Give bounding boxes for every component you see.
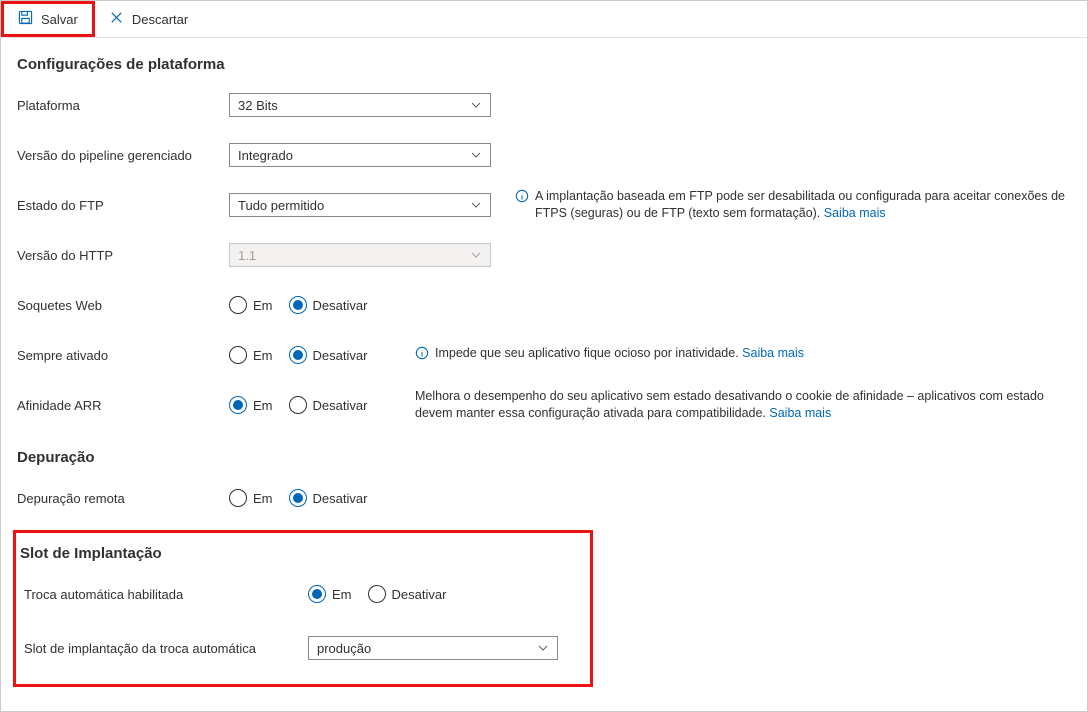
radio-label: Em [253, 491, 273, 506]
radio-label: Em [253, 348, 273, 363]
radio-remote-debug-on[interactable]: Em [229, 489, 273, 507]
label-platform: Plataforma [17, 98, 229, 113]
label-auto-swap-slot: Slot de implantação da troca automática [16, 641, 308, 656]
help-arr: Melhora o desempenho do seu aplicativo s… [399, 388, 1071, 422]
select-pipeline[interactable]: Integrado [229, 143, 491, 167]
discard-label: Descartar [132, 12, 188, 27]
select-auto-swap-slot[interactable]: produção [308, 636, 558, 660]
chevron-down-icon [470, 99, 482, 111]
select-http[interactable]: 1.1 [229, 243, 491, 267]
radio-always-on-on[interactable]: Em [229, 346, 273, 364]
radio-group-always-on: Em Desativar [229, 346, 377, 364]
radio-label: Desativar [313, 348, 368, 363]
chevron-down-icon [537, 642, 549, 654]
radio-group-auto-swap: Em Desativar [308, 585, 456, 603]
link-learn-more-arr[interactable]: Saiba mais [769, 406, 831, 420]
row-http: Versão do HTTP 1.1 [17, 237, 1071, 273]
row-platform: Plataforma 32 Bits [17, 87, 1071, 123]
row-websockets: Soquetes Web Em Desativar [17, 287, 1071, 323]
select-http-value: 1.1 [238, 248, 256, 263]
row-arr: Afinidade ARR Em Desativar Melhora o des… [17, 387, 1071, 423]
row-always-on: Sempre ativado Em Desativar Impede [17, 337, 1071, 373]
help-ftp: A implantação baseada em FTP pode ser de… [499, 188, 1071, 222]
row-auto-swap-slot: Slot de implantação da troca automática … [16, 630, 576, 666]
help-always-on-text: Impede que seu aplicativo fique ocioso p… [435, 346, 742, 360]
select-ftp-value: Tudo permitido [238, 198, 324, 213]
label-pipeline: Versão do pipeline gerenciado [17, 148, 229, 163]
select-ftp[interactable]: Tudo permitido [229, 193, 491, 217]
radio-remote-debug-off[interactable]: Desativar [289, 489, 368, 507]
chevron-down-icon [470, 149, 482, 161]
label-arr: Afinidade ARR [17, 398, 229, 413]
label-always-on: Sempre ativado [17, 348, 229, 363]
row-remote-debug: Depuração remota Em Desativar [17, 480, 1071, 516]
radio-group-remote-debug: Em Desativar [229, 489, 377, 507]
radio-websockets-off[interactable]: Desativar [289, 296, 368, 314]
help-always-on: Impede que seu aplicativo fique ocioso p… [399, 345, 1071, 365]
select-auto-swap-slot-value: produção [317, 641, 371, 656]
label-websockets: Soquetes Web [17, 298, 229, 313]
label-remote-debug: Depuração remota [17, 491, 229, 506]
radio-auto-swap-on[interactable]: Em [308, 585, 352, 603]
discard-button[interactable]: Descartar [95, 1, 202, 37]
section-platform-title: Configurações de plataforma [17, 56, 1071, 73]
link-learn-more-ftp[interactable]: Saiba mais [824, 206, 886, 220]
save-icon [18, 10, 33, 28]
radio-label: Em [332, 587, 352, 602]
chevron-down-icon [470, 199, 482, 211]
radio-label: Em [253, 398, 273, 413]
select-pipeline-value: Integrado [238, 148, 293, 163]
radio-label: Desativar [313, 491, 368, 506]
radio-group-websockets: Em Desativar [229, 296, 377, 314]
label-auto-swap: Troca automática habilitada [16, 587, 308, 602]
label-http: Versão do HTTP [17, 248, 229, 263]
section-slot-title: Slot de Implantação [16, 545, 576, 562]
row-auto-swap: Troca automática habilitada Em Desativar [16, 576, 576, 612]
row-pipeline: Versão do pipeline gerenciado Integrado [17, 137, 1071, 173]
save-label: Salvar [41, 12, 78, 27]
help-ftp-text: A implantação baseada em FTP pode ser de… [535, 189, 1065, 220]
radio-group-arr: Em Desativar [229, 396, 377, 414]
select-platform[interactable]: 32 Bits [229, 93, 491, 117]
save-button[interactable]: Salvar [1, 1, 95, 37]
info-icon [515, 189, 529, 208]
info-icon [415, 346, 429, 365]
radio-always-on-off[interactable]: Desativar [289, 346, 368, 364]
select-platform-value: 32 Bits [238, 98, 278, 113]
link-learn-more-always-on[interactable]: Saiba mais [742, 346, 804, 360]
radio-label: Desativar [313, 298, 368, 313]
radio-arr-off[interactable]: Desativar [289, 396, 368, 414]
radio-arr-on[interactable]: Em [229, 396, 273, 414]
radio-label: Desativar [313, 398, 368, 413]
toolbar: Salvar Descartar [1, 1, 1087, 38]
deployment-slot-section: Slot de Implantação Troca automática hab… [13, 530, 593, 687]
close-icon [109, 10, 124, 28]
radio-label: Desativar [392, 587, 447, 602]
radio-label: Em [253, 298, 273, 313]
chevron-down-icon [470, 249, 482, 261]
section-debug-title: Depuração [17, 449, 1071, 466]
label-ftp: Estado do FTP [17, 198, 229, 213]
help-arr-text: Melhora o desempenho do seu aplicativo s… [415, 389, 1044, 420]
radio-auto-swap-off[interactable]: Desativar [368, 585, 447, 603]
row-ftp: Estado do FTP Tudo permitido A implantaç… [17, 187, 1071, 223]
radio-websockets-on[interactable]: Em [229, 296, 273, 314]
